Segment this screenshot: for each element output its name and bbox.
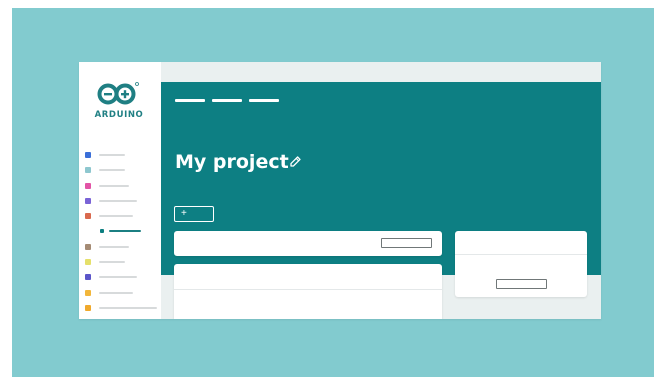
sidebar-item-label xyxy=(99,261,125,264)
sidebar-item-icon xyxy=(85,182,91,189)
app-window: ARDUINO My project + xyxy=(79,62,601,319)
sidebar-item-label xyxy=(99,306,157,309)
divider xyxy=(174,289,442,290)
sidebar-item[interactable] xyxy=(85,242,161,257)
sidebar-item[interactable] xyxy=(85,303,161,318)
arduino-logo[interactable]: ARDUINO xyxy=(89,80,149,126)
divider xyxy=(455,254,587,255)
edit-icon[interactable] xyxy=(289,155,302,168)
page-title: My project xyxy=(175,151,289,173)
sidebar-item[interactable] xyxy=(85,150,161,165)
list-card xyxy=(174,264,442,319)
sidebar-item-label xyxy=(99,199,137,202)
menu-dash xyxy=(249,99,279,102)
side-card-button[interactable] xyxy=(496,279,547,289)
sidebar-item-icon xyxy=(85,152,91,158)
sidebar-item-icon xyxy=(85,304,91,311)
sidebar-item-icon xyxy=(85,259,91,266)
sidebar-subitem-label xyxy=(109,230,141,233)
sidebar: ARDUINO xyxy=(79,62,161,319)
sidebar-item-label xyxy=(99,276,137,279)
sidebar-item[interactable] xyxy=(85,196,161,211)
sidebar-item-icon xyxy=(85,167,91,174)
brand-name: ARDUINO xyxy=(94,110,144,120)
sidebar-subitem-icon xyxy=(100,229,104,234)
sidebar-item-icon xyxy=(85,243,91,250)
arduino-logo-icon xyxy=(97,82,139,105)
menu-dash xyxy=(212,99,242,102)
sidebar-item-label xyxy=(99,169,125,172)
sidebar-item-label xyxy=(99,184,129,187)
sidebar-item[interactable] xyxy=(85,257,161,272)
sidebar-item[interactable] xyxy=(85,181,161,196)
sidebar-item-label xyxy=(99,245,129,248)
sidebar-subitem-selected[interactable] xyxy=(85,226,161,241)
sidebar-item[interactable] xyxy=(85,272,161,287)
sidebar-item-label xyxy=(99,154,125,156)
sidebar-item[interactable] xyxy=(85,165,161,180)
sketch-card[interactable] xyxy=(174,231,442,256)
sidebar-item[interactable] xyxy=(85,211,161,226)
sidebar-item-icon xyxy=(85,289,91,296)
sidebar-item[interactable] xyxy=(85,288,161,303)
card-action-button[interactable] xyxy=(381,238,432,248)
sidebar-item-icon xyxy=(85,274,91,281)
sidebar-item-icon xyxy=(85,213,91,220)
sidebar-nav xyxy=(85,150,161,318)
main-content: My project + xyxy=(161,62,601,319)
add-button[interactable]: + xyxy=(174,206,214,222)
menu-dash xyxy=(175,99,205,102)
sidebar-item-label xyxy=(99,291,133,294)
sidebar-item-icon xyxy=(85,197,91,204)
side-card xyxy=(455,231,587,297)
sidebar-item-label xyxy=(99,215,133,218)
